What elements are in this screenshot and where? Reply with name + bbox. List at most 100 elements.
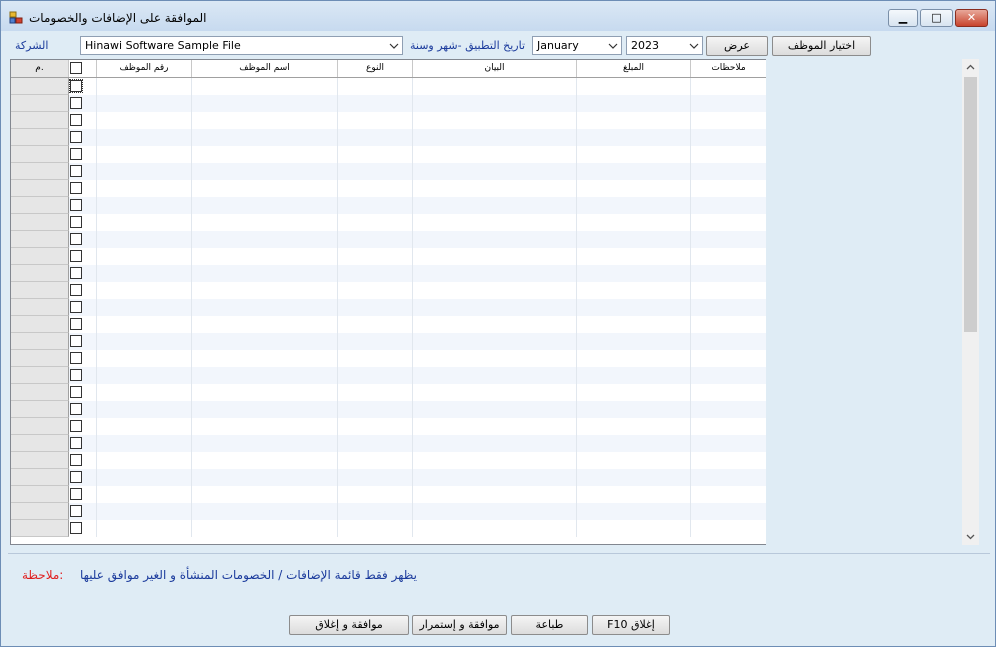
- table-row[interactable]: [11, 231, 767, 248]
- grid-cell[interactable]: [192, 95, 338, 112]
- grid-cell[interactable]: [577, 384, 691, 401]
- grid-cell[interactable]: [577, 299, 691, 316]
- table-row[interactable]: [11, 214, 767, 231]
- col-employee-no[interactable]: رقم الموظف: [97, 60, 192, 77]
- select-all-checkbox[interactable]: [70, 62, 82, 74]
- row-header[interactable]: [11, 112, 69, 129]
- company-select[interactable]: Hinawi Software Sample File: [80, 36, 403, 55]
- grid-cell[interactable]: [338, 282, 413, 299]
- grid-cell[interactable]: [413, 503, 577, 520]
- grid-cell[interactable]: [192, 486, 338, 503]
- grid-cell[interactable]: [97, 503, 192, 520]
- row-header[interactable]: [11, 418, 69, 435]
- grid-cell[interactable]: [97, 435, 192, 452]
- table-row[interactable]: [11, 469, 767, 486]
- approve-close-button[interactable]: موافقة و إغلاق: [289, 615, 409, 635]
- grid-cell[interactable]: [97, 418, 192, 435]
- row-checkbox[interactable]: [70, 403, 82, 415]
- row-header[interactable]: [11, 520, 69, 537]
- grid-cell[interactable]: [192, 112, 338, 129]
- row-select-cell[interactable]: [69, 299, 97, 316]
- grid-cell[interactable]: [577, 418, 691, 435]
- table-row[interactable]: [11, 384, 767, 401]
- grid-cell[interactable]: [413, 146, 577, 163]
- month-select[interactable]: January: [532, 36, 622, 55]
- row-select-cell[interactable]: [69, 112, 97, 129]
- grid-cell[interactable]: [192, 299, 338, 316]
- grid-cell[interactable]: [413, 333, 577, 350]
- grid-cell[interactable]: [97, 95, 192, 112]
- grid-cell[interactable]: [691, 231, 767, 248]
- grid-cell[interactable]: [413, 129, 577, 146]
- grid-cell[interactable]: [413, 452, 577, 469]
- row-select-cell[interactable]: [69, 214, 97, 231]
- table-row[interactable]: [11, 197, 767, 214]
- grid-cell[interactable]: [413, 282, 577, 299]
- grid-cell[interactable]: [577, 350, 691, 367]
- grid-cell[interactable]: [413, 180, 577, 197]
- print-button[interactable]: طباعة: [511, 615, 588, 635]
- grid-cell[interactable]: [192, 282, 338, 299]
- row-header[interactable]: [11, 95, 69, 112]
- year-select[interactable]: 2023: [626, 36, 703, 55]
- grid-cell[interactable]: [691, 503, 767, 520]
- grid-cell[interactable]: [338, 78, 413, 95]
- table-row[interactable]: [11, 129, 767, 146]
- row-header[interactable]: [11, 180, 69, 197]
- grid-cell[interactable]: [577, 78, 691, 95]
- row-checkbox[interactable]: [70, 250, 82, 262]
- grid-cell[interactable]: [413, 231, 577, 248]
- grid-cell[interactable]: [577, 333, 691, 350]
- grid-cell[interactable]: [413, 520, 577, 537]
- grid-cell[interactable]: [691, 384, 767, 401]
- grid-cell[interactable]: [192, 265, 338, 282]
- grid-cell[interactable]: [577, 248, 691, 265]
- grid-cell[interactable]: [192, 350, 338, 367]
- scroll-up-icon[interactable]: [962, 59, 979, 76]
- grid-cell[interactable]: [192, 333, 338, 350]
- table-row[interactable]: [11, 299, 767, 316]
- row-header[interactable]: [11, 265, 69, 282]
- grid-cell[interactable]: [97, 163, 192, 180]
- table-row[interactable]: [11, 316, 767, 333]
- grid-cell[interactable]: [192, 197, 338, 214]
- row-select-cell[interactable]: [69, 435, 97, 452]
- row-select-cell[interactable]: [69, 78, 97, 95]
- show-button[interactable]: عرض: [706, 36, 768, 56]
- row-header[interactable]: [11, 248, 69, 265]
- col-type[interactable]: النوع: [338, 60, 413, 77]
- vertical-scrollbar[interactable]: [962, 59, 979, 545]
- col-notes[interactable]: ملاحظات: [691, 60, 767, 77]
- table-row[interactable]: [11, 350, 767, 367]
- col-amount[interactable]: المبلغ: [577, 60, 691, 77]
- maximize-button[interactable]: □: [920, 9, 953, 27]
- grid-cell[interactable]: [691, 265, 767, 282]
- grid-cell[interactable]: [413, 401, 577, 418]
- table-row[interactable]: [11, 452, 767, 469]
- grid-cell[interactable]: [338, 435, 413, 452]
- row-header[interactable]: [11, 78, 69, 95]
- table-row[interactable]: [11, 367, 767, 384]
- row-checkbox[interactable]: [70, 318, 82, 330]
- grid-cell[interactable]: [97, 129, 192, 146]
- row-select-cell[interactable]: [69, 469, 97, 486]
- grid-cell[interactable]: [413, 350, 577, 367]
- grid-cell[interactable]: [413, 486, 577, 503]
- grid-cell[interactable]: [577, 503, 691, 520]
- row-header[interactable]: [11, 316, 69, 333]
- row-checkbox[interactable]: [70, 148, 82, 160]
- row-select-cell[interactable]: [69, 384, 97, 401]
- grid-cell[interactable]: [338, 452, 413, 469]
- grid-cell[interactable]: [577, 316, 691, 333]
- row-checkbox[interactable]: [70, 301, 82, 313]
- row-header[interactable]: [11, 333, 69, 350]
- grid-cell[interactable]: [577, 520, 691, 537]
- grid-cell[interactable]: [691, 129, 767, 146]
- row-checkbox[interactable]: [70, 97, 82, 109]
- grid-cell[interactable]: [192, 435, 338, 452]
- row-checkbox[interactable]: [70, 114, 82, 126]
- grid-cell[interactable]: [338, 129, 413, 146]
- grid-cell[interactable]: [97, 520, 192, 537]
- grid-cell[interactable]: [577, 282, 691, 299]
- grid-cell[interactable]: [413, 418, 577, 435]
